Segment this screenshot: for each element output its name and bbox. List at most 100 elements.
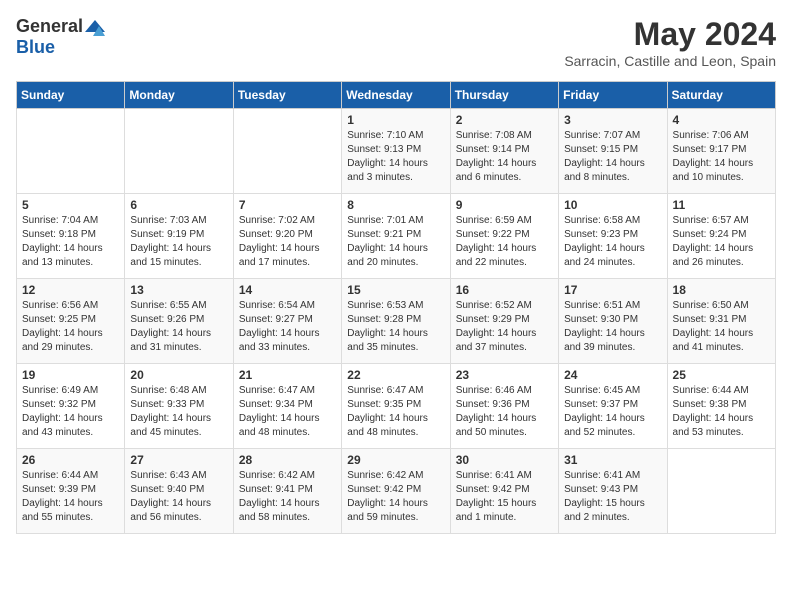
- calendar-cell: 1 Sunrise: 7:10 AM Sunset: 9:13 PM Daylig…: [342, 109, 450, 194]
- day-number: 26: [22, 453, 119, 467]
- calendar-cell: 27Sunrise: 6:43 AM Sunset: 9:40 PM Dayli…: [125, 449, 233, 534]
- calendar-cell: 25 Sunrise: 6:44 AM Sunset: 9:38 PM Dayli…: [667, 364, 775, 449]
- cell-content: Sunrise: 6:55 AM Sunset: 9:26 PM Dayligh…: [130, 299, 227, 355]
- calendar-cell: 13 Sunrise: 6:55 AM Sunset: 9:26 PM Dayli…: [125, 279, 233, 364]
- cell-content: Sunrise: 6:42 AM Sunset: 9:41 PM Dayligh…: [239, 469, 336, 525]
- calendar-cell: 17 Sunrise: 6:51 AM Sunset: 9:30 PM Dayli…: [559, 279, 667, 364]
- calendar-cell: [17, 109, 125, 194]
- cell-content: Sunrise: 6:56 AM Sunset: 9:25 PM Dayligh…: [22, 299, 119, 355]
- calendar-cell: 6 Sunrise: 7:03 AM Sunset: 9:19 PM Daylig…: [125, 194, 233, 279]
- day-number: 8: [347, 198, 444, 212]
- day-number: 13: [130, 283, 227, 297]
- calendar-cell: 30Sunrise: 6:41 AM Sunset: 9:42 PM Dayli…: [450, 449, 558, 534]
- cell-content: Sunrise: 7:04 AM Sunset: 9:18 PM Dayligh…: [22, 214, 119, 270]
- logo: General Blue: [16, 16, 105, 58]
- calendar-table: SundayMondayTuesdayWednesdayThursdayFrid…: [16, 81, 776, 534]
- day-number: 14: [239, 283, 336, 297]
- calendar-cell: 20Sunrise: 6:48 AM Sunset: 9:33 PM Dayli…: [125, 364, 233, 449]
- cell-content: Sunrise: 6:45 AM Sunset: 9:37 PM Dayligh…: [564, 384, 661, 440]
- day-number: 28: [239, 453, 336, 467]
- cell-content: Sunrise: 6:57 AM Sunset: 9:24 PM Dayligh…: [673, 214, 770, 270]
- cell-content: Sunrise: 6:53 AM Sunset: 9:28 PM Dayligh…: [347, 299, 444, 355]
- day-number: 12: [22, 283, 119, 297]
- calendar-cell: 18 Sunrise: 6:50 AM Sunset: 9:31 PM Dayli…: [667, 279, 775, 364]
- cell-content: Sunrise: 6:47 AM Sunset: 9:34 PM Dayligh…: [239, 384, 336, 440]
- day-header-wednesday: Wednesday: [342, 82, 450, 109]
- cell-content: Sunrise: 6:42 AM Sunset: 9:42 PM Dayligh…: [347, 469, 444, 525]
- day-header-tuesday: Tuesday: [233, 82, 341, 109]
- calendar-week-1: 1 Sunrise: 7:10 AM Sunset: 9:13 PM Daylig…: [17, 109, 776, 194]
- cell-content: Sunrise: 6:41 AM Sunset: 9:43 PM Dayligh…: [564, 469, 661, 525]
- calendar-cell: 28 Sunrise: 6:42 AM Sunset: 9:41 PM Dayli…: [233, 449, 341, 534]
- day-number: 17: [564, 283, 661, 297]
- day-number: 16: [456, 283, 553, 297]
- cell-content: Sunrise: 7:03 AM Sunset: 9:19 PM Dayligh…: [130, 214, 227, 270]
- day-number: 11: [673, 198, 770, 212]
- cell-content: Sunrise: 7:01 AM Sunset: 9:21 PM Dayligh…: [347, 214, 444, 270]
- calendar-cell: 15 Sunrise: 6:53 AM Sunset: 9:28 PM Dayli…: [342, 279, 450, 364]
- cell-content: Sunrise: 6:44 AM Sunset: 9:38 PM Dayligh…: [673, 384, 770, 440]
- cell-content: Sunrise: 6:52 AM Sunset: 9:29 PM Dayligh…: [456, 299, 553, 355]
- calendar-week-2: 5 Sunrise: 7:04 AM Sunset: 9:18 PM Daylig…: [17, 194, 776, 279]
- day-number: 31: [564, 453, 661, 467]
- calendar-cell: [233, 109, 341, 194]
- day-header-monday: Monday: [125, 82, 233, 109]
- logo-icon: [85, 18, 105, 36]
- day-number: 10: [564, 198, 661, 212]
- day-number: 29: [347, 453, 444, 467]
- cell-content: Sunrise: 6:54 AM Sunset: 9:27 PM Dayligh…: [239, 299, 336, 355]
- day-number: 21: [239, 368, 336, 382]
- day-number: 4: [673, 113, 770, 127]
- calendar-cell: 4 Sunrise: 7:06 AM Sunset: 9:17 PM Daylig…: [667, 109, 775, 194]
- cell-content: Sunrise: 6:43 AM Sunset: 9:40 PM Dayligh…: [130, 469, 227, 525]
- day-header-friday: Friday: [559, 82, 667, 109]
- cell-content: Sunrise: 6:50 AM Sunset: 9:31 PM Dayligh…: [673, 299, 770, 355]
- day-number: 25: [673, 368, 770, 382]
- calendar-cell: 21 Sunrise: 6:47 AM Sunset: 9:34 PM Dayli…: [233, 364, 341, 449]
- day-number: 18: [673, 283, 770, 297]
- calendar-cell: 23Sunrise: 6:46 AM Sunset: 9:36 PM Dayli…: [450, 364, 558, 449]
- cell-content: Sunrise: 6:47 AM Sunset: 9:35 PM Dayligh…: [347, 384, 444, 440]
- cell-content: Sunrise: 7:06 AM Sunset: 9:17 PM Dayligh…: [673, 129, 770, 185]
- day-number: 19: [22, 368, 119, 382]
- day-number: 9: [456, 198, 553, 212]
- calendar-cell: 8 Sunrise: 7:01 AM Sunset: 9:21 PM Daylig…: [342, 194, 450, 279]
- calendar-cell: 11 Sunrise: 6:57 AM Sunset: 9:24 PM Dayli…: [667, 194, 775, 279]
- day-number: 2: [456, 113, 553, 127]
- calendar-cell: 3 Sunrise: 7:07 AM Sunset: 9:15 PM Daylig…: [559, 109, 667, 194]
- day-number: 15: [347, 283, 444, 297]
- calendar-cell: 5 Sunrise: 7:04 AM Sunset: 9:18 PM Daylig…: [17, 194, 125, 279]
- cell-content: Sunrise: 7:07 AM Sunset: 9:15 PM Dayligh…: [564, 129, 661, 185]
- cell-content: Sunrise: 6:58 AM Sunset: 9:23 PM Dayligh…: [564, 214, 661, 270]
- day-number: 5: [22, 198, 119, 212]
- calendar-cell: [667, 449, 775, 534]
- month-title: May 2024: [564, 16, 776, 53]
- cell-content: Sunrise: 6:46 AM Sunset: 9:36 PM Dayligh…: [456, 384, 553, 440]
- day-number: 1: [347, 113, 444, 127]
- calendar-cell: 10 Sunrise: 6:58 AM Sunset: 9:23 PM Dayli…: [559, 194, 667, 279]
- calendar-cell: 9Sunrise: 6:59 AM Sunset: 9:22 PM Daylig…: [450, 194, 558, 279]
- day-number: 3: [564, 113, 661, 127]
- calendar-cell: 14 Sunrise: 6:54 AM Sunset: 9:27 PM Dayli…: [233, 279, 341, 364]
- header: General Blue May 2024 Sarracin, Castille…: [16, 16, 776, 69]
- logo-general: General: [16, 16, 83, 37]
- cell-content: Sunrise: 6:51 AM Sunset: 9:30 PM Dayligh…: [564, 299, 661, 355]
- calendar-cell: [125, 109, 233, 194]
- cell-content: Sunrise: 6:44 AM Sunset: 9:39 PM Dayligh…: [22, 469, 119, 525]
- cell-content: Sunrise: 7:10 AM Sunset: 9:13 PM Dayligh…: [347, 129, 444, 185]
- cell-content: Sunrise: 7:08 AM Sunset: 9:14 PM Dayligh…: [456, 129, 553, 185]
- day-number: 6: [130, 198, 227, 212]
- calendar-week-4: 19Sunrise: 6:49 AM Sunset: 9:32 PM Dayli…: [17, 364, 776, 449]
- calendar-cell: 19Sunrise: 6:49 AM Sunset: 9:32 PM Dayli…: [17, 364, 125, 449]
- location-title: Sarracin, Castille and Leon, Spain: [564, 53, 776, 69]
- calendar-cell: 26 Sunrise: 6:44 AM Sunset: 9:39 PM Dayli…: [17, 449, 125, 534]
- day-header-saturday: Saturday: [667, 82, 775, 109]
- calendar-week-5: 26 Sunrise: 6:44 AM Sunset: 9:39 PM Dayli…: [17, 449, 776, 534]
- calendar-cell: 16 Sunrise: 6:52 AM Sunset: 9:29 PM Dayli…: [450, 279, 558, 364]
- header-row: SundayMondayTuesdayWednesdayThursdayFrid…: [17, 82, 776, 109]
- calendar-cell: 24Sunrise: 6:45 AM Sunset: 9:37 PM Dayli…: [559, 364, 667, 449]
- calendar-cell: 2 Sunrise: 7:08 AM Sunset: 9:14 PM Daylig…: [450, 109, 558, 194]
- day-number: 22: [347, 368, 444, 382]
- calendar-cell: 31 Sunrise: 6:41 AM Sunset: 9:43 PM Dayli…: [559, 449, 667, 534]
- cell-content: Sunrise: 6:41 AM Sunset: 9:42 PM Dayligh…: [456, 469, 553, 525]
